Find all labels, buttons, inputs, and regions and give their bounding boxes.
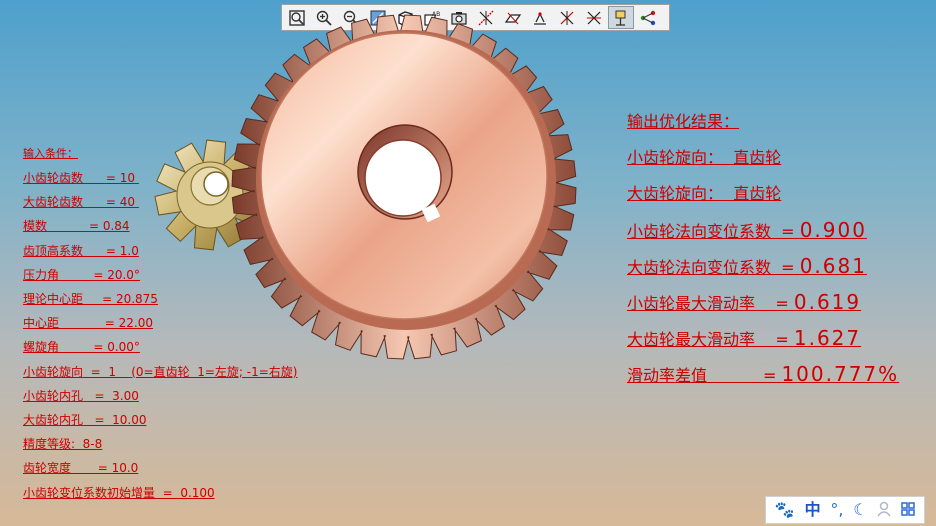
- gear-slip-label: 大齿轮最大滑动率 =: [627, 330, 789, 349]
- input-row: 中心距 = 22.00: [23, 316, 153, 331]
- gear-helix-label: 大齿轮旋向：: [627, 184, 724, 203]
- pinion-shift-label: 小齿轮法向变位系数 =: [627, 222, 795, 241]
- input-row: 大齿轮内孔 = 10.00: [23, 413, 147, 427]
- pinion-helix-label: 小齿轮旋向：: [627, 148, 724, 167]
- large-gear: [231, 14, 577, 360]
- pinion-helix-row: 小齿轮旋向： 直齿轮: [627, 148, 781, 168]
- punctuation-toggle[interactable]: °,: [830, 502, 843, 518]
- pinion-shift-row: 小齿轮法向变位系数 = 0.900: [627, 220, 867, 242]
- gear-slip-row: 大齿轮最大滑动率 = 1.627: [627, 328, 861, 350]
- ime-toolbar: 🐾 中 °, ☾: [765, 496, 925, 524]
- input-row: 齿轮宽度 = 10.0: [23, 461, 139, 476]
- input-row: 齿顶高系数 = 1.0: [23, 243, 139, 258]
- input-row: 小齿轮齿数 = 10: [23, 171, 139, 185]
- pinion-slip-row: 小齿轮最大滑动率 = 0.619: [627, 292, 861, 314]
- pinion-slip-value: 0.619: [793, 290, 862, 314]
- input-row: 理论中心距 = 20.875: [23, 292, 158, 306]
- pinion-slip-label: 小齿轮最大滑动率 =: [627, 294, 789, 313]
- input-row: 大齿轮齿数 = 40: [23, 195, 139, 210]
- slip-diff-row: 滑动率差值 = 100.777%: [627, 364, 899, 386]
- slip-diff-value: 100.777%: [781, 362, 900, 386]
- pinion-shift-value: 0.900: [799, 218, 867, 242]
- gear-bore: [364, 139, 442, 217]
- input-row: 模数 = 0.84: [23, 219, 130, 234]
- paw-icon[interactable]: 🐾: [775, 502, 795, 518]
- input-row: 小齿轮内孔 = 3.00: [23, 388, 139, 403]
- input-row: 小齿轮旋向 = 1 (0=直齿轮 1=左旋; -1=右旋): [23, 364, 298, 379]
- input-row: 小齿轮变位系数初始增量 = 0.100: [23, 485, 215, 500]
- gear-helix-row: 大齿轮旋向： 直齿轮: [627, 184, 781, 204]
- pinion-bore: [203, 171, 229, 197]
- gear-shift-value: 0.681: [799, 254, 867, 278]
- gear-slip-value: 1.627: [793, 326, 862, 350]
- input-row: 精度等级: 8-8: [23, 437, 103, 452]
- output-title: 输出优化结果：: [627, 112, 740, 131]
- input-row: 螺旋角 = 0.00°: [23, 340, 140, 355]
- gear-helix-value: 直齿轮: [733, 184, 782, 203]
- moon-icon[interactable]: ☾: [853, 502, 867, 518]
- input-title: 输入条件：: [23, 147, 78, 160]
- pinion-helix-value: 直齿轮: [733, 148, 782, 167]
- user-icon[interactable]: [877, 501, 891, 520]
- grid-icon[interactable]: [901, 501, 915, 519]
- input-row: 压力角 = 20.0°: [23, 267, 140, 282]
- ime-mode-toggle[interactable]: 中: [805, 502, 821, 518]
- gear-shift-row: 大齿轮法向变位系数 = 0.681: [627, 256, 867, 278]
- gear-shift-label: 大齿轮法向变位系数 =: [627, 258, 795, 277]
- slip-diff-label: 滑动率差值 =: [627, 366, 777, 385]
